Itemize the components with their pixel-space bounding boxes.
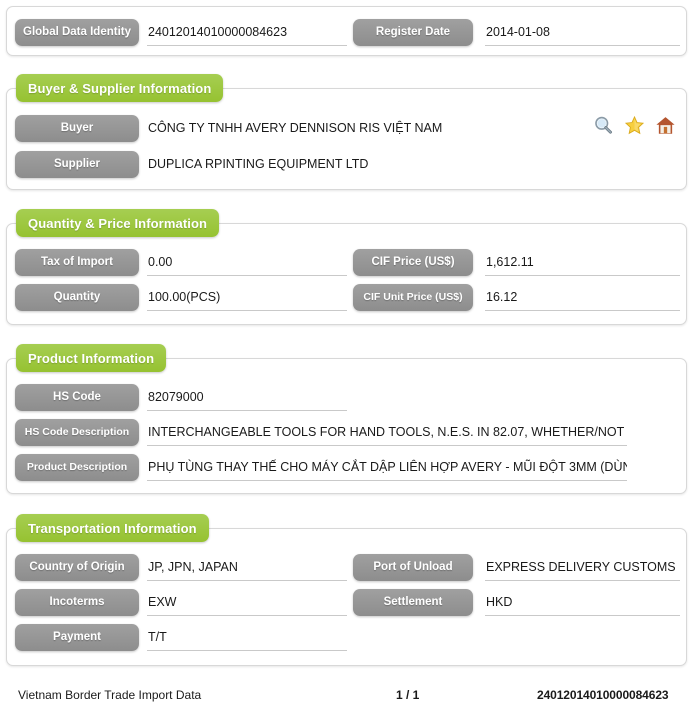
field-label: Register Date xyxy=(353,19,473,46)
field-supplier: Supplier DUPLICA RPINTING EQUIPMENT LTD xyxy=(15,151,575,178)
field-label: Quantity xyxy=(15,284,139,311)
field-cif-price: CIF Price (US$) 1,612.11 xyxy=(353,249,680,276)
field-label: Buyer xyxy=(15,115,139,142)
field-value: INTERCHANGEABLE TOOLS FOR HAND TOOLS, N.… xyxy=(147,422,627,446)
field-value: 16.12 xyxy=(485,287,680,311)
field-buyer: Buyer CÔNG TY TNHH AVERY DENNISON RIS VI… xyxy=(15,115,575,142)
field-value: 100.00(PCS) xyxy=(147,287,347,311)
buyer-action-icons xyxy=(592,114,676,136)
field-label: Settlement xyxy=(353,589,473,616)
field-label: Country of Origin xyxy=(15,554,139,581)
field-product-description: Product Description PHỤ TÙNG THAY THẾ CH… xyxy=(15,454,680,481)
field-label: Tax of Import xyxy=(15,249,139,276)
field-label: Product Description xyxy=(15,454,139,481)
field-value: 2014-01-08 xyxy=(485,22,680,46)
field-value: EXW xyxy=(147,592,347,616)
search-icon[interactable] xyxy=(592,114,614,136)
field-value: HKD xyxy=(485,592,680,616)
field-value: PHỤ TÙNG THAY THẾ CHO MÁY CẮT DẬP LIÊN H… xyxy=(147,457,627,481)
field-value: 0.00 xyxy=(147,252,347,276)
field-value: DUPLICA RPINTING EQUIPMENT LTD xyxy=(148,157,369,171)
field-hs-code: HS Code 82079000 xyxy=(15,384,347,411)
field-label: CIF Unit Price (US$) xyxy=(353,284,473,311)
field-register-date: Register Date 2014-01-08 xyxy=(353,19,680,46)
home-icon[interactable] xyxy=(654,114,676,136)
field-global-data-identity: Global Data Identity 2401201401000008462… xyxy=(15,19,347,46)
footer-identity: 24012014010000084623 xyxy=(537,688,669,702)
section-title-buyer-supplier: Buyer & Supplier Information xyxy=(16,74,224,102)
field-value: 24012014010000084623 xyxy=(147,22,347,46)
field-incoterms: Incoterms EXW xyxy=(15,589,347,616)
field-cif-unit-price: CIF Unit Price (US$) 16.12 xyxy=(353,284,680,311)
panel-product-information: Product Information HS Code 82079000 HS … xyxy=(6,344,687,494)
field-label: Global Data Identity xyxy=(15,19,139,46)
field-hs-code-description: HS Code Description INTERCHANGEABLE TOOL… xyxy=(15,419,680,446)
field-label: Port of Unload xyxy=(353,554,473,581)
footer-page-indicator: 1 / 1 xyxy=(396,688,420,702)
field-value: 82079000 xyxy=(147,387,347,411)
field-payment: Payment T/T xyxy=(15,624,347,651)
field-label: Incoterms xyxy=(15,589,139,616)
field-settlement: Settlement HKD xyxy=(353,589,680,616)
field-value: T/T xyxy=(147,627,347,651)
star-icon[interactable] xyxy=(623,114,645,136)
footer-source-label: Vietnam Border Trade Import Data xyxy=(18,688,202,702)
field-label: CIF Price (US$) xyxy=(353,249,473,276)
field-quantity: Quantity 100.00(PCS) xyxy=(15,284,347,311)
field-port-of-unload: Port of Unload EXPRESS DELIVERY CUSTOMS xyxy=(353,554,680,581)
header-panel: Global Data Identity 2401201401000008462… xyxy=(6,6,687,56)
panel-quantity-price: Quantity & Price Information Tax of Impo… xyxy=(6,209,687,325)
panel-buyer-supplier: Buyer & Supplier Information Buyer CÔNG … xyxy=(6,74,687,190)
panel-transportation-information: Transportation Information Country of Or… xyxy=(6,514,687,666)
field-label: HS Code Description xyxy=(15,419,139,446)
section-title-transportation-information: Transportation Information xyxy=(16,514,209,542)
field-value: EXPRESS DELIVERY CUSTOMS xyxy=(485,557,680,581)
field-value: 1,612.11 xyxy=(485,252,680,276)
field-label: HS Code xyxy=(15,384,139,411)
field-country-of-origin: Country of Origin JP, JPN, JAPAN xyxy=(15,554,347,581)
field-value: CÔNG TY TNHH AVERY DENNISON RIS VIỆT NAM xyxy=(148,121,443,135)
field-label: Supplier xyxy=(15,151,139,178)
field-tax-of-import: Tax of Import 0.00 xyxy=(15,249,347,276)
section-title-product-information: Product Information xyxy=(16,344,167,372)
page-footer: Vietnam Border Trade Import Data 1 / 1 2… xyxy=(0,688,694,708)
field-label: Payment xyxy=(15,624,139,651)
field-value: JP, JPN, JAPAN xyxy=(147,557,347,581)
section-title-quantity-price: Quantity & Price Information xyxy=(16,209,220,237)
